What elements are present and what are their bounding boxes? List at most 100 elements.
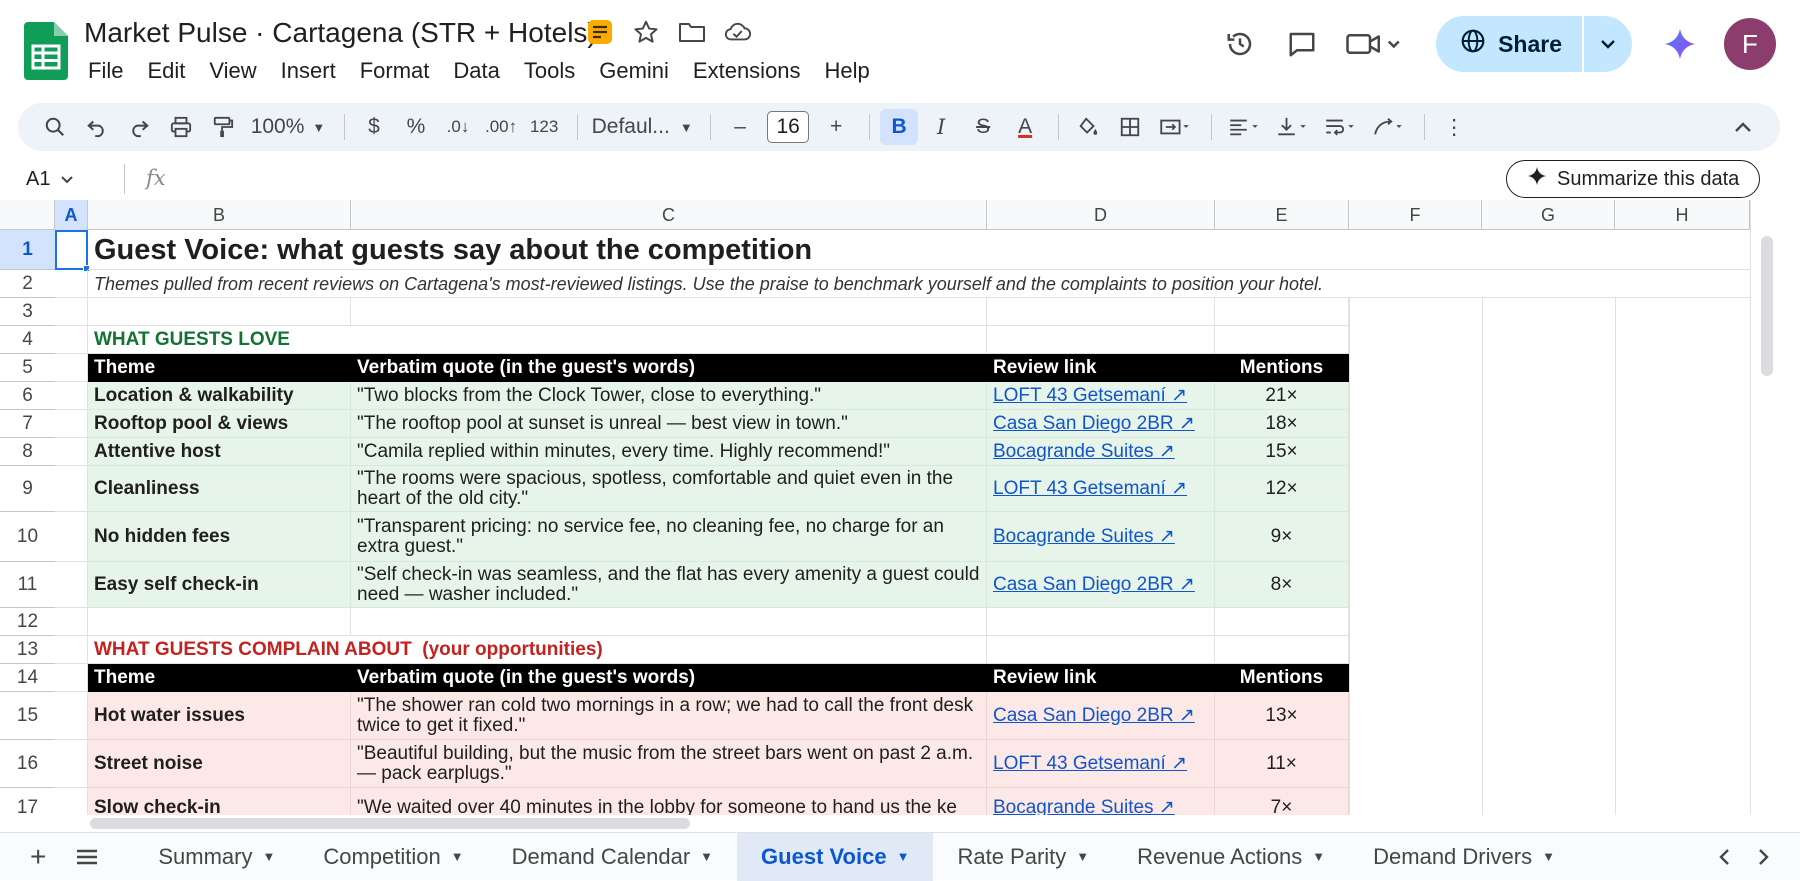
cell[interactable]	[55, 270, 88, 298]
tab-revenue-actions[interactable]: Revenue Actions ▼	[1113, 833, 1349, 881]
row-header-6[interactable]: 6	[0, 382, 55, 410]
redo-icon[interactable]	[120, 109, 158, 145]
number-format-button[interactable]: 123	[525, 109, 563, 145]
love-theme-cell[interactable]: Location & walkability	[88, 382, 351, 410]
font-select[interactable]: Defaul... ▼	[588, 109, 696, 145]
header-quote[interactable]: Verbatim quote (in the guest's words)	[351, 664, 987, 692]
decrease-decimal-button[interactable]: .0↓	[439, 109, 477, 145]
tab-summary[interactable]: Summary ▼	[134, 833, 299, 881]
column-header-b[interactable]: B	[88, 200, 351, 230]
love-theme-cell[interactable]: Easy self check-in	[88, 562, 351, 608]
select-all-corner[interactable]	[0, 200, 55, 230]
love-review-link[interactable]: Bocagrande Suites ↗	[987, 438, 1215, 466]
love-quote-cell[interactable]: "Camila replied within minutes, every ti…	[351, 438, 987, 466]
love-mentions-cell[interactable]: 9×	[1215, 512, 1349, 562]
column-header-h[interactable]: H	[1615, 200, 1750, 230]
love-mentions-cell[interactable]: 12×	[1215, 466, 1349, 512]
menu-view[interactable]: View	[209, 58, 256, 84]
love-review-link[interactable]: LOFT 43 Getsemaní ↗	[987, 466, 1215, 512]
love-review-link[interactable]: Casa San Diego 2BR ↗	[987, 562, 1215, 608]
complain-theme-cell[interactable]: Hot water issues	[88, 692, 351, 740]
cell[interactable]	[88, 608, 351, 636]
row-header-13[interactable]: 13	[0, 636, 55, 664]
vertical-align-icon[interactable]	[1270, 109, 1314, 145]
menu-format[interactable]: Format	[360, 58, 430, 84]
row-header-17[interactable]: 17	[0, 788, 55, 816]
cell[interactable]	[55, 692, 88, 740]
complain-mentions-cell[interactable]: 13×	[1215, 692, 1349, 740]
row-header-15[interactable]: 15	[0, 692, 55, 740]
cell[interactable]	[987, 608, 1215, 636]
love-mentions-cell[interactable]: 21×	[1215, 382, 1349, 410]
love-quote-cell[interactable]: "Self check-in was seamless, and the fla…	[351, 562, 987, 608]
cell[interactable]	[55, 740, 88, 788]
undo-icon[interactable]	[78, 109, 116, 145]
row-header-3[interactable]: 3	[0, 298, 55, 326]
cell[interactable]	[987, 326, 1215, 354]
horizontal-scrollbar[interactable]	[0, 815, 1750, 831]
column-header-f[interactable]: F	[1349, 200, 1482, 230]
gemini-icon[interactable]	[1660, 24, 1700, 64]
menu-gemini[interactable]: Gemini	[599, 58, 669, 84]
bold-button[interactable]: B	[880, 109, 919, 145]
complain-quote-cell[interactable]: "The shower ran cold two mornings in a r…	[351, 692, 987, 740]
complain-heading[interactable]: WHAT GUESTS COMPLAIN ABOUT (your opportu…	[88, 636, 987, 664]
text-wrapping-icon[interactable]	[1318, 109, 1362, 145]
paint-format-icon[interactable]	[204, 109, 242, 145]
complain-quote-cell[interactable]: "We waited over 40 minutes in the lobby …	[351, 788, 987, 815]
love-mentions-cell[interactable]: 8×	[1215, 562, 1349, 608]
row-header-11[interactable]: 11	[0, 562, 55, 608]
avatar[interactable]: F	[1724, 18, 1776, 70]
column-header-d[interactable]: D	[987, 200, 1215, 230]
cell[interactable]	[351, 298, 987, 326]
love-mentions-cell[interactable]: 18×	[1215, 410, 1349, 438]
borders-icon[interactable]	[1111, 109, 1149, 145]
column-header-g[interactable]: G	[1482, 200, 1615, 230]
menu-edit[interactable]: Edit	[147, 58, 185, 84]
move-folder-icon[interactable]	[678, 18, 706, 46]
complain-mentions-cell[interactable]: 7×	[1215, 788, 1349, 815]
increase-font-size-button[interactable]: +	[817, 109, 855, 145]
all-sheets-menu-icon[interactable]	[64, 833, 134, 881]
spreadsheet-grid[interactable]: A B C D E F G H 1 2 3 4 5 6 7 8 9 10 11 …	[0, 200, 1750, 815]
love-quote-cell[interactable]: "The rooms were spacious, spotless, comf…	[351, 466, 987, 512]
row-header-2[interactable]: 2	[0, 270, 55, 298]
scroll-tabs-right-icon[interactable]	[1750, 833, 1778, 881]
complain-review-link[interactable]: Bocagrande Suites ↗	[987, 788, 1215, 815]
header-review-link[interactable]: Review link	[987, 664, 1215, 692]
cell[interactable]	[1215, 608, 1349, 636]
complain-theme-cell[interactable]: Street noise	[88, 740, 351, 788]
header-quote[interactable]: Verbatim quote (in the guest's words)	[351, 354, 987, 382]
love-mentions-cell[interactable]: 15×	[1215, 438, 1349, 466]
more-options-icon[interactable]: ⋮	[1435, 109, 1473, 145]
fill-color-icon[interactable]	[1069, 109, 1107, 145]
row-header-7[interactable]: 7	[0, 410, 55, 438]
sheet-subtitle[interactable]: Themes pulled from recent reviews on Car…	[88, 270, 1750, 298]
column-header-e[interactable]: E	[1215, 200, 1349, 230]
cell[interactable]	[55, 788, 88, 815]
horizontal-scroll-thumb[interactable]	[90, 818, 690, 829]
love-quote-cell[interactable]: "The rooftop pool at sunset is unreal — …	[351, 410, 987, 438]
love-review-link[interactable]: LOFT 43 Getsemaní ↗	[987, 382, 1215, 410]
row-header-9[interactable]: 9	[0, 466, 55, 512]
complain-review-link[interactable]: LOFT 43 Getsemaní ↗	[987, 740, 1215, 788]
love-review-link[interactable]: Casa San Diego 2BR ↗	[987, 410, 1215, 438]
zoom-select[interactable]: 100% ▼	[246, 109, 330, 145]
cell[interactable]	[55, 636, 88, 664]
cloud-status-icon[interactable]	[724, 18, 752, 46]
row-header-1[interactable]: 1	[0, 230, 55, 270]
share-dropdown-button[interactable]	[1582, 16, 1632, 72]
menu-file[interactable]: File	[88, 58, 123, 84]
version-history-icon[interactable]	[1220, 24, 1260, 64]
tab-guest-voice[interactable]: Guest Voice ▼	[737, 832, 934, 881]
tab-competition[interactable]: Competition ▼	[299, 833, 487, 881]
cell[interactable]	[1215, 326, 1349, 354]
text-rotation-icon[interactable]	[1366, 109, 1410, 145]
love-heading[interactable]: WHAT GUESTS LOVE	[88, 326, 987, 354]
horizontal-align-icon[interactable]	[1222, 109, 1266, 145]
row-header-14[interactable]: 14	[0, 664, 55, 692]
love-review-link[interactable]: Bocagrande Suites ↗	[987, 512, 1215, 562]
font-size-field[interactable]: 16	[767, 111, 810, 143]
tab-demand-calendar[interactable]: Demand Calendar ▼	[488, 833, 737, 881]
cell[interactable]	[987, 298, 1215, 326]
